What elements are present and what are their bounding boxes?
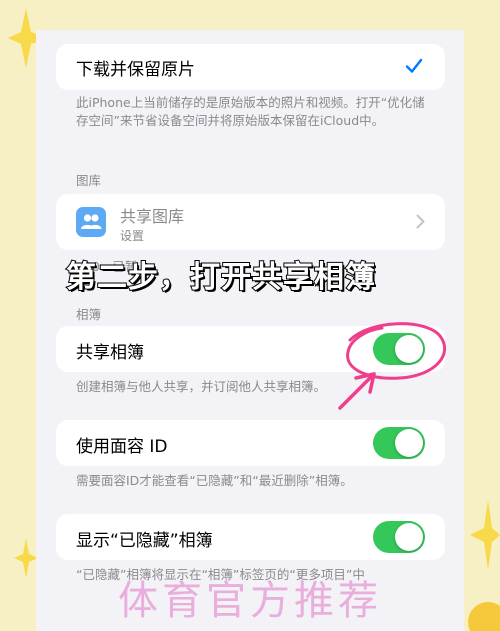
watermark-text: 体育官方推荐 bbox=[118, 578, 382, 624]
step-caption: 第二步，打开共享相簿 bbox=[65, 259, 376, 296]
show-hidden-toggle[interactable] bbox=[373, 521, 425, 553]
show-hidden-label: 显示“已隐藏”相簿 bbox=[76, 531, 213, 551]
face-id-label: 使用面容 ID bbox=[76, 437, 168, 457]
albums-section-header: 相簿 bbox=[76, 307, 102, 322]
shared-library-subtitle: 设置 bbox=[120, 229, 145, 243]
chevron-right-icon bbox=[416, 214, 425, 229]
show-hidden-row: 显示“已隐藏”相簿 bbox=[56, 514, 445, 560]
face-id-description: 需要面容ID才能查看“已隐藏”和“最近删除”相簿。 bbox=[76, 473, 353, 488]
library-section-header: 图库 bbox=[76, 173, 102, 188]
shared-library-row[interactable]: 共享图库 设置 bbox=[56, 194, 445, 250]
face-id-toggle[interactable] bbox=[373, 427, 425, 459]
shared-library-icon bbox=[76, 207, 106, 237]
storage-description: 此iPhone上当前储存的是原始版本的照片和视频。打开“优化储存空间”来节省设备… bbox=[76, 95, 425, 128]
checkmark-icon bbox=[405, 58, 423, 73]
shared-library-title: 共享图库 bbox=[120, 207, 185, 226]
download-originals-row[interactable]: 下载并保留原片 bbox=[56, 44, 445, 90]
face-id-row: 使用面容 ID bbox=[56, 420, 445, 466]
sparkle-icon bbox=[470, 500, 500, 570]
annotation-circle-arrow bbox=[338, 322, 447, 410]
download-originals-label: 下载并保留原片 bbox=[76, 60, 195, 80]
shared-albums-label: 共享相簿 bbox=[76, 343, 144, 363]
